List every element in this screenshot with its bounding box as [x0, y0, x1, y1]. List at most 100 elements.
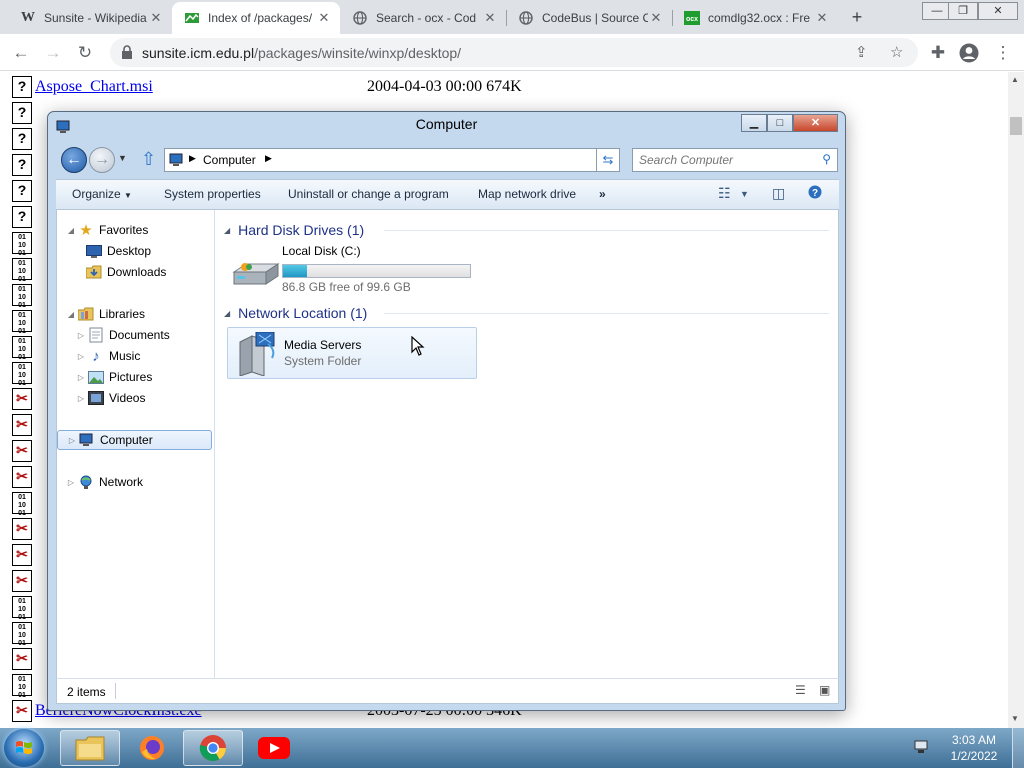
large-icons-view-icon[interactable]: ▣	[819, 683, 830, 697]
expand-arrow-icon[interactable]: ◢	[65, 310, 77, 319]
taskbar-youtube[interactable]	[244, 730, 304, 766]
tab-sunsite-wikipedia[interactable]: W Sunsite - Wikipedia ✕	[8, 2, 173, 34]
taskbar-chrome[interactable]	[183, 730, 243, 766]
scrollbar-thumb[interactable]	[1010, 117, 1022, 135]
taskbar-firefox[interactable]	[122, 730, 182, 766]
nav-item-desktop[interactable]: Desktop	[85, 241, 151, 261]
videos-icon	[87, 390, 105, 406]
network-tray-icon[interactable]	[914, 740, 930, 754]
nav-item-music[interactable]: ▷ ♪ Music	[75, 346, 140, 366]
collapse-arrow-icon[interactable]: ◢	[224, 309, 230, 318]
lock-icon	[122, 45, 132, 59]
breadcrumb-computer[interactable]: Computer	[203, 153, 256, 167]
restore-button[interactable]: ❐	[948, 2, 978, 20]
share-icon[interactable]: ⇪	[855, 43, 868, 61]
nav-item-documents[interactable]: ▷ Documents	[75, 325, 170, 345]
list-item: 01 10 01	[12, 360, 35, 387]
nav-item-downloads[interactable]: Downloads	[85, 262, 166, 282]
menu-dots-icon[interactable]: ⋮	[990, 40, 1016, 66]
group-header-hard-disk[interactable]: ◢ Hard Disk Drives (1)	[224, 220, 834, 240]
start-button[interactable]	[4, 729, 44, 767]
exe-icon: ✂	[12, 648, 32, 670]
expand-arrow-icon[interactable]: ▷	[66, 436, 78, 445]
organize-button[interactable]: Organize ▼	[72, 187, 132, 201]
forward-arrow-icon[interactable]: →	[40, 40, 66, 66]
minimize-button[interactable]: ▁	[741, 114, 767, 132]
recent-pages-dropdown-icon[interactable]: ▼	[118, 153, 127, 163]
tab-search-ocx[interactable]: Search - ocx - Cod ✕	[340, 2, 507, 34]
nav-item-favorites[interactable]: ◢ ★ Favorites	[65, 220, 148, 240]
close-tab-icon[interactable]: ✕	[316, 10, 332, 26]
preview-pane-icon[interactable]: ◫	[772, 185, 785, 202]
scroll-down-icon[interactable]: ▼	[1011, 714, 1019, 723]
media-servers-item[interactable]: Media Servers System Folder	[227, 327, 477, 379]
back-arrow-icon[interactable]: ←	[8, 40, 34, 66]
tab-codebus[interactable]: CodeBus | Source C ✕	[506, 2, 673, 34]
close-tab-icon[interactable]: ✕	[648, 10, 664, 26]
file-meta: 2004-04-03 00:00 674K	[367, 78, 522, 95]
expand-arrow-icon[interactable]: ▷	[75, 394, 87, 403]
star-icon: ★	[79, 222, 93, 239]
list-item: ✂	[12, 568, 35, 594]
chevron-right-icon[interactable]: ▶	[189, 153, 196, 164]
close-tab-icon[interactable]: ✕	[482, 10, 498, 26]
profile-avatar-icon[interactable]	[956, 40, 982, 66]
help-icon[interactable]: ?	[808, 185, 822, 202]
scroll-up-icon[interactable]: ▲	[1011, 75, 1019, 84]
maximize-button[interactable]: □	[767, 114, 793, 132]
page-scrollbar[interactable]: ▲ ▼	[1008, 72, 1024, 728]
tab-comdlg32[interactable]: ocx comdlg32.ocx : Fre ✕	[672, 2, 838, 34]
tab-index-of-packages[interactable]: Index of /packages/ ✕	[172, 2, 340, 34]
url-path: /packages/winsite/winxp/desktop/	[254, 45, 462, 61]
system-properties-button[interactable]: System properties	[164, 187, 261, 201]
chevron-down-icon[interactable]: ▼	[740, 189, 749, 199]
nav-item-videos[interactable]: ▷ Videos	[75, 388, 145, 408]
binary-file-icon: 01 10 01	[12, 622, 32, 647]
close-button[interactable]: ✕	[978, 2, 1018, 20]
clock[interactable]: 3:03 AM 1/2/2022	[940, 732, 1008, 764]
uninstall-program-button[interactable]: Uninstall or change a program	[288, 187, 449, 201]
refresh-icon[interactable]: ⇆	[596, 148, 620, 172]
close-tab-icon[interactable]: ✕	[148, 10, 164, 26]
collapse-arrow-icon[interactable]: ◢	[224, 226, 230, 235]
map-network-drive-button[interactable]: Map network drive	[478, 187, 576, 201]
expand-arrow-icon[interactable]: ▷	[75, 352, 87, 361]
navigation-pane: ◢ ★ Favorites Desktop Downloads ◢ Librar…	[57, 210, 215, 678]
expand-arrow-icon[interactable]: ▷	[75, 331, 87, 340]
group-header-network-location[interactable]: ◢ Network Location (1)	[224, 303, 834, 323]
unknown-file-icon: ?	[12, 180, 32, 202]
extensions-icon[interactable]: ✚	[925, 40, 951, 66]
show-desktop-button[interactable]	[1012, 728, 1024, 768]
nav-item-network[interactable]: ▷ Network	[65, 472, 143, 492]
search-icon[interactable]: ⚲	[822, 152, 831, 166]
close-button[interactable]: ✕	[793, 114, 838, 132]
search-input[interactable]	[639, 152, 809, 168]
new-tab-button[interactable]: +	[846, 6, 868, 28]
file-link[interactable]: Aspose_Chart.msi	[35, 78, 153, 96]
chevron-right-icon[interactable]: ▶	[265, 153, 272, 164]
list-item: ?	[12, 204, 35, 230]
search-box[interactable]: ⚲	[632, 148, 838, 172]
binary-file-icon: 01 10 01	[12, 674, 32, 699]
url-host: sunsite.icm.edu.pl	[142, 45, 255, 61]
nav-item-computer[interactable]: ▷ Computer	[57, 430, 212, 450]
taskbar-explorer[interactable]	[60, 730, 120, 766]
change-view-icon[interactable]: ☷	[718, 185, 731, 202]
nav-item-pictures[interactable]: ▷ Pictures	[75, 367, 152, 387]
explorer-address-bar[interactable]: ▶ Computer ▶ ▼	[164, 148, 619, 172]
expand-arrow-icon[interactable]: ▷	[65, 478, 77, 487]
address-bar[interactable]: sunsite.icm.edu.pl/packages/winsite/winx…	[110, 38, 918, 67]
expand-arrow-icon[interactable]: ▷	[75, 373, 87, 382]
details-view-icon[interactable]: ☰	[795, 683, 806, 697]
more-commands-button[interactable]: »	[599, 187, 606, 201]
window-title: Computer	[415, 116, 478, 132]
nav-item-libraries[interactable]: ◢ Libraries	[65, 304, 145, 324]
tab-title: Sunsite - Wikipedia	[44, 11, 147, 25]
reload-icon[interactable]: ↻	[72, 40, 98, 66]
expand-arrow-icon[interactable]: ◢	[65, 226, 77, 235]
back-arrow-icon[interactable]: ←	[61, 147, 87, 173]
up-folder-icon[interactable]: ⇧	[141, 149, 156, 170]
close-tab-icon[interactable]: ✕	[814, 10, 830, 26]
bookmark-star-icon[interactable]: ☆	[890, 43, 903, 61]
forward-arrow-icon[interactable]: →	[89, 147, 115, 173]
